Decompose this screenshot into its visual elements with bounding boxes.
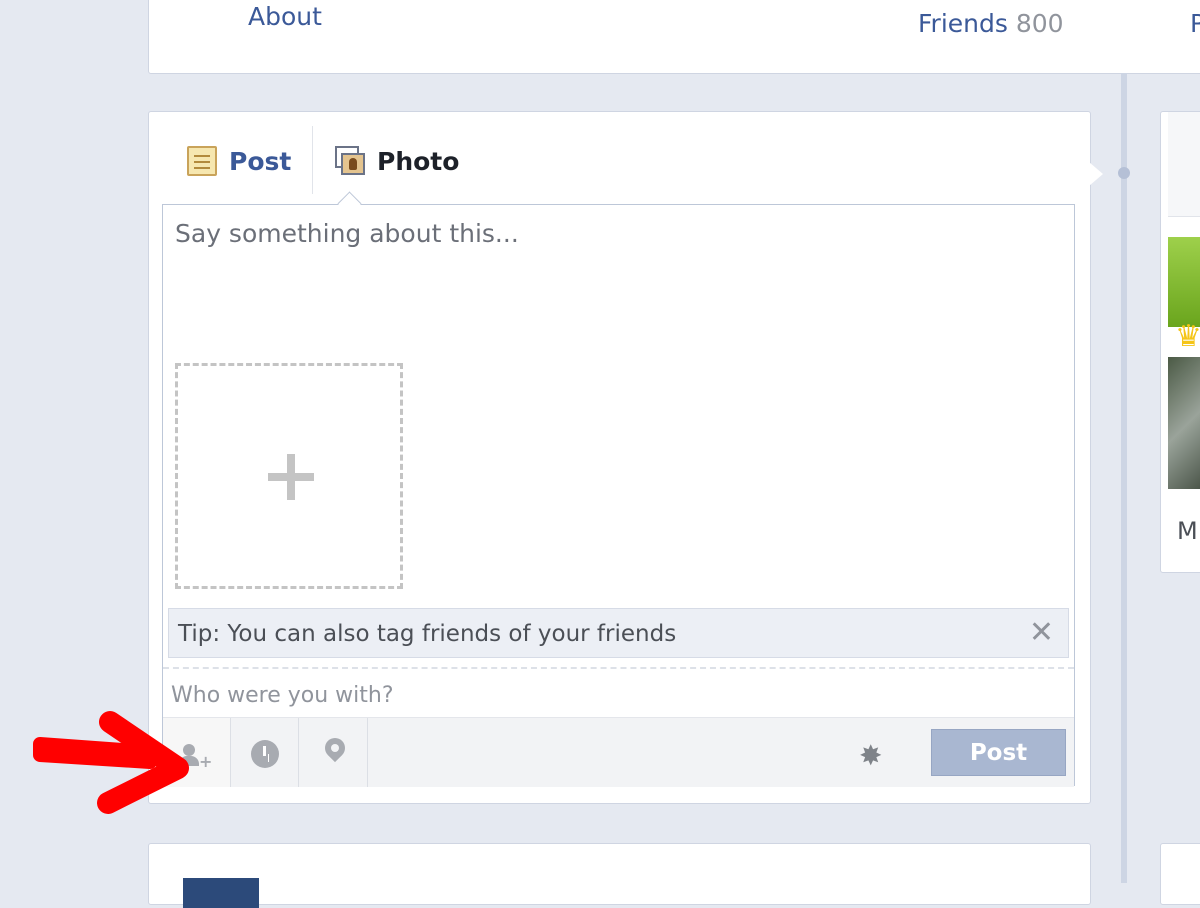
tab-divider [312, 126, 313, 194]
card-label[interactable]: M [1177, 517, 1198, 545]
add-location-button[interactable] [300, 718, 368, 787]
feed-story-card [148, 843, 1091, 908]
tab-photo-label: Photo [377, 146, 460, 176]
timeline-dot [1118, 167, 1130, 179]
composer-toolbar: + ✸ Post [163, 717, 1074, 787]
location-pin-icon [320, 733, 350, 763]
nav-more-link[interactable]: P [1190, 9, 1200, 38]
tab-photo[interactable]: Photo [335, 136, 459, 186]
nav-friends-link[interactable]: Friends 800 [918, 9, 1064, 38]
divider [163, 667, 1074, 669]
gear-icon[interactable]: ✸ [859, 739, 882, 772]
composer-pointer [1089, 162, 1103, 186]
composer-tabs: Post Photo [149, 112, 1090, 202]
right-sidebar-card: ♛ M [1160, 111, 1200, 573]
tab-post[interactable]: Post [187, 136, 291, 186]
composer-body: Tip: You can also tag friends of your fr… [162, 191, 1075, 787]
friends-count: 800 [1015, 9, 1064, 38]
tip-banner: Tip: You can also tag friends of your fr… [168, 608, 1069, 658]
close-icon[interactable]: ✕ [1029, 618, 1054, 648]
status-composer: Post Photo Tip: You can also tag friends… [148, 111, 1091, 804]
status-input[interactable] [175, 219, 1055, 259]
friends-label: Friends [918, 9, 1008, 38]
thumbnail-image[interactable] [1168, 357, 1200, 489]
card-header [1168, 112, 1200, 217]
timeline-spine [1121, 73, 1127, 883]
photo-icon [335, 146, 365, 176]
nav-about-link[interactable]: About [248, 2, 322, 31]
tab-post-label: Post [229, 146, 292, 176]
right-card [1160, 843, 1200, 905]
post-button[interactable]: Post [931, 729, 1066, 776]
who-with-input[interactable] [171, 678, 1051, 712]
clock-icon [251, 740, 279, 768]
note-icon [187, 146, 217, 176]
profile-nav-bar: About Friends 800 P [148, 0, 1200, 74]
add-photo-button[interactable] [175, 363, 403, 589]
thumbnail-image[interactable] [1168, 237, 1200, 327]
tag-friends-button[interactable]: + [163, 718, 231, 787]
tip-text: Tip: You can also tag friends of your fr… [178, 621, 677, 647]
crown-icon: ♛ [1175, 319, 1200, 354]
add-time-button[interactable] [231, 718, 299, 787]
